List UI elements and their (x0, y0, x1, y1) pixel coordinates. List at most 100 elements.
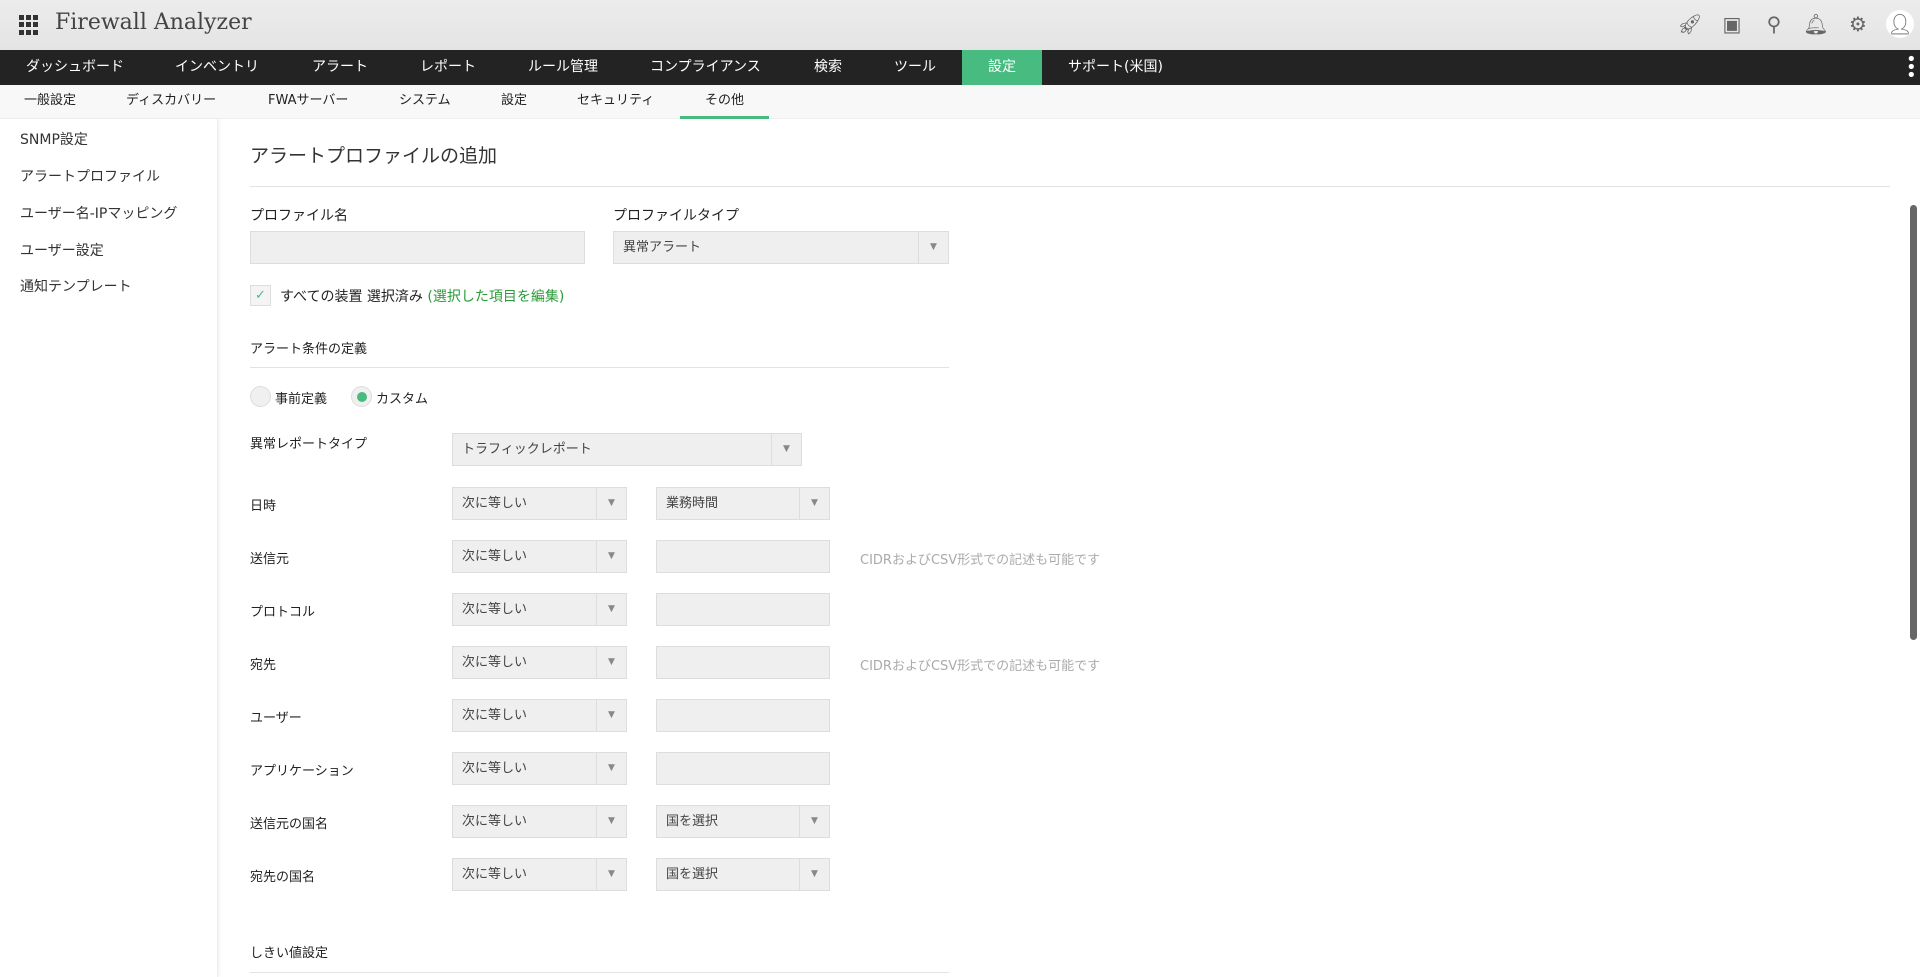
condition-operator-select[interactable]: 次に等しい ▼ (452, 487, 627, 520)
sidebar-item-snmp[interactable]: SNMP設定 (20, 129, 88, 149)
chevron-down-icon: ▼ (799, 806, 829, 837)
tab-discovery[interactable]: ディスカバリー (126, 85, 216, 119)
condition-label: ユーザー (250, 711, 302, 726)
chevron-down-icon: ▼ (918, 232, 948, 263)
condition-operator-select[interactable]: 次に等しい ▼ (452, 699, 627, 732)
condition-operator-select[interactable]: 次に等しい ▼ (452, 540, 627, 573)
rocket-icon[interactable]: 🚀︎ (1676, 10, 1704, 38)
radio-custom-label: カスタム (376, 392, 429, 407)
nav-inventory[interactable]: インベントリ (175, 50, 259, 85)
condition-operator-select[interactable]: 次に等しい ▼ (452, 593, 627, 626)
condition-label: 宛先 (250, 658, 277, 673)
app-header: Firewall Analyzer 🚀︎ ▣ ⚲ 🔔︎ ⚙ 👤︎ (0, 0, 1920, 50)
condition-label: 送信元の国名 (250, 817, 329, 832)
condition-label: 日時 (250, 499, 277, 514)
condition-value: 業務時間 (666, 496, 719, 511)
condition-value-select[interactable]: 国を選択 ▼ (656, 858, 830, 891)
tab-system[interactable]: システム (399, 85, 451, 119)
tab-others[interactable]: その他 (705, 85, 744, 119)
user-avatar-icon[interactable]: 👤︎ (1886, 10, 1914, 38)
tab-security[interactable]: セキュリティ (577, 85, 654, 119)
chevron-down-icon: ▼ (596, 647, 626, 678)
radio-predefined-label: 事前定義 (275, 392, 328, 407)
condition-operator-select[interactable]: 次に等しい ▼ (452, 805, 627, 838)
sidebar-item-user-ip-mapping[interactable]: ユーザー名-IPマッピング (20, 203, 177, 223)
nav-settings[interactable]: 設定 (962, 50, 1042, 85)
nav-compliance[interactable]: コンプライアンス (650, 50, 761, 85)
condition-value-input[interactable] (656, 752, 830, 785)
profile-type-label: プロファイルタイプ (613, 208, 739, 224)
chevron-down-icon: ▼ (596, 700, 626, 731)
profile-type-select[interactable]: 異常アラート ▼ (613, 231, 949, 264)
tab-fwa-server[interactable]: FWAサーバー (268, 85, 348, 119)
sub-nav: 一般設定 ディスカバリー FWAサーバー システム 設定 セキュリティ その他 (0, 85, 1920, 119)
divider (250, 367, 949, 368)
tab-settings[interactable]: 設定 (501, 85, 527, 119)
condition-hint: CIDRおよびCSV形式での記述も可能です (860, 659, 1101, 674)
radio-custom[interactable] (351, 386, 372, 407)
divider (250, 186, 1890, 187)
chevron-down-icon: ▼ (596, 859, 626, 890)
chevron-down-icon: ▼ (799, 488, 829, 519)
chevron-down-icon: ▼ (596, 594, 626, 625)
chevron-down-icon: ▼ (771, 434, 801, 465)
nav-tools[interactable]: ツール (894, 50, 936, 85)
operator-value: 次に等しい (462, 708, 528, 723)
nav-reports[interactable]: レポート (420, 50, 476, 85)
radio-predefined[interactable] (250, 386, 271, 407)
scrollbar[interactable] (1910, 205, 1917, 640)
main-nav: ダッシュボード インベントリ アラート レポート ルール管理 コンプライアンス … (0, 50, 1920, 85)
nav-dashboard[interactable]: ダッシュボード (26, 50, 124, 85)
operator-value: 次に等しい (462, 496, 528, 511)
report-type-select[interactable]: トラフィックレポート ▼ (452, 433, 802, 466)
profile-name-label: プロファイル名 (250, 208, 348, 224)
condition-label: 宛先の国名 (250, 870, 316, 885)
condition-label: アプリケーション (250, 764, 354, 779)
nav-alerts[interactable]: アラート (312, 50, 368, 85)
alert-profile-form: アラートプロファイルの追加 プロファイル名 プロファイルタイプ 異常アラート ▼ … (218, 119, 1902, 977)
condition-operator-select[interactable]: 次に等しい ▼ (452, 752, 627, 785)
operator-value: 次に等しい (462, 867, 528, 882)
all-devices-checkbox[interactable]: ✓ (250, 285, 271, 306)
report-type-value: トラフィックレポート (462, 442, 592, 457)
sidebar: SNMP設定 アラートプロファイル ユーザー名-IPマッピング ユーザー設定 通… (0, 119, 218, 977)
bell-icon[interactable]: 🔔︎ (1802, 10, 1830, 38)
condition-value: 国を選択 (666, 814, 719, 829)
sidebar-item-alert-profile[interactable]: アラートプロファイル (20, 166, 160, 186)
search-icon[interactable]: ⚲ (1760, 10, 1788, 38)
profile-name-input[interactable] (250, 231, 585, 264)
condition-value-input[interactable] (656, 593, 830, 626)
checkmark-icon: ✓ (255, 288, 266, 303)
threshold-heading: しきい値設定 (250, 946, 329, 961)
gear-icon[interactable]: ⚙ (1844, 10, 1872, 38)
app-grid-icon[interactable] (19, 15, 39, 35)
condition-label: プロトコル (250, 605, 316, 620)
presentation-icon[interactable]: ▣ (1718, 10, 1746, 38)
operator-value: 次に等しい (462, 761, 528, 776)
condition-value-input[interactable] (656, 646, 830, 679)
app-title: Firewall Analyzer (55, 10, 252, 35)
operator-value: 次に等しい (462, 655, 528, 670)
condition-value-select[interactable]: 業務時間 ▼ (656, 487, 830, 520)
chevron-down-icon: ▼ (596, 488, 626, 519)
condition-value-select[interactable]: 国を選択 ▼ (656, 805, 830, 838)
criteria-heading: アラート条件の定義 (250, 342, 368, 357)
nav-search[interactable]: 検索 (814, 50, 842, 85)
sidebar-item-user-settings[interactable]: ユーザー設定 (20, 240, 104, 260)
divider (250, 972, 949, 973)
nav-support[interactable]: サポート(米国) (1068, 50, 1163, 85)
devices-text: すべての装置 選択済み (280, 289, 423, 305)
report-type-label: 異常レポートタイプ (250, 437, 368, 452)
edit-selection-link[interactable]: (選択した項目を編集) (427, 289, 564, 305)
more-vertical-icon[interactable]: • • • (1906, 51, 1917, 85)
condition-operator-select[interactable]: 次に等しい ▼ (452, 646, 627, 679)
tab-general[interactable]: 一般設定 (24, 85, 76, 119)
condition-label: 送信元 (250, 552, 290, 567)
chevron-down-icon: ▼ (596, 806, 626, 837)
condition-value-input[interactable] (656, 699, 830, 732)
sidebar-item-notification-template[interactable]: 通知テンプレート (20, 276, 132, 296)
nav-rule-management[interactable]: ルール管理 (528, 50, 598, 85)
condition-operator-select[interactable]: 次に等しい ▼ (452, 858, 627, 891)
operator-value: 次に等しい (462, 814, 528, 829)
condition-value-input[interactable] (656, 540, 830, 573)
